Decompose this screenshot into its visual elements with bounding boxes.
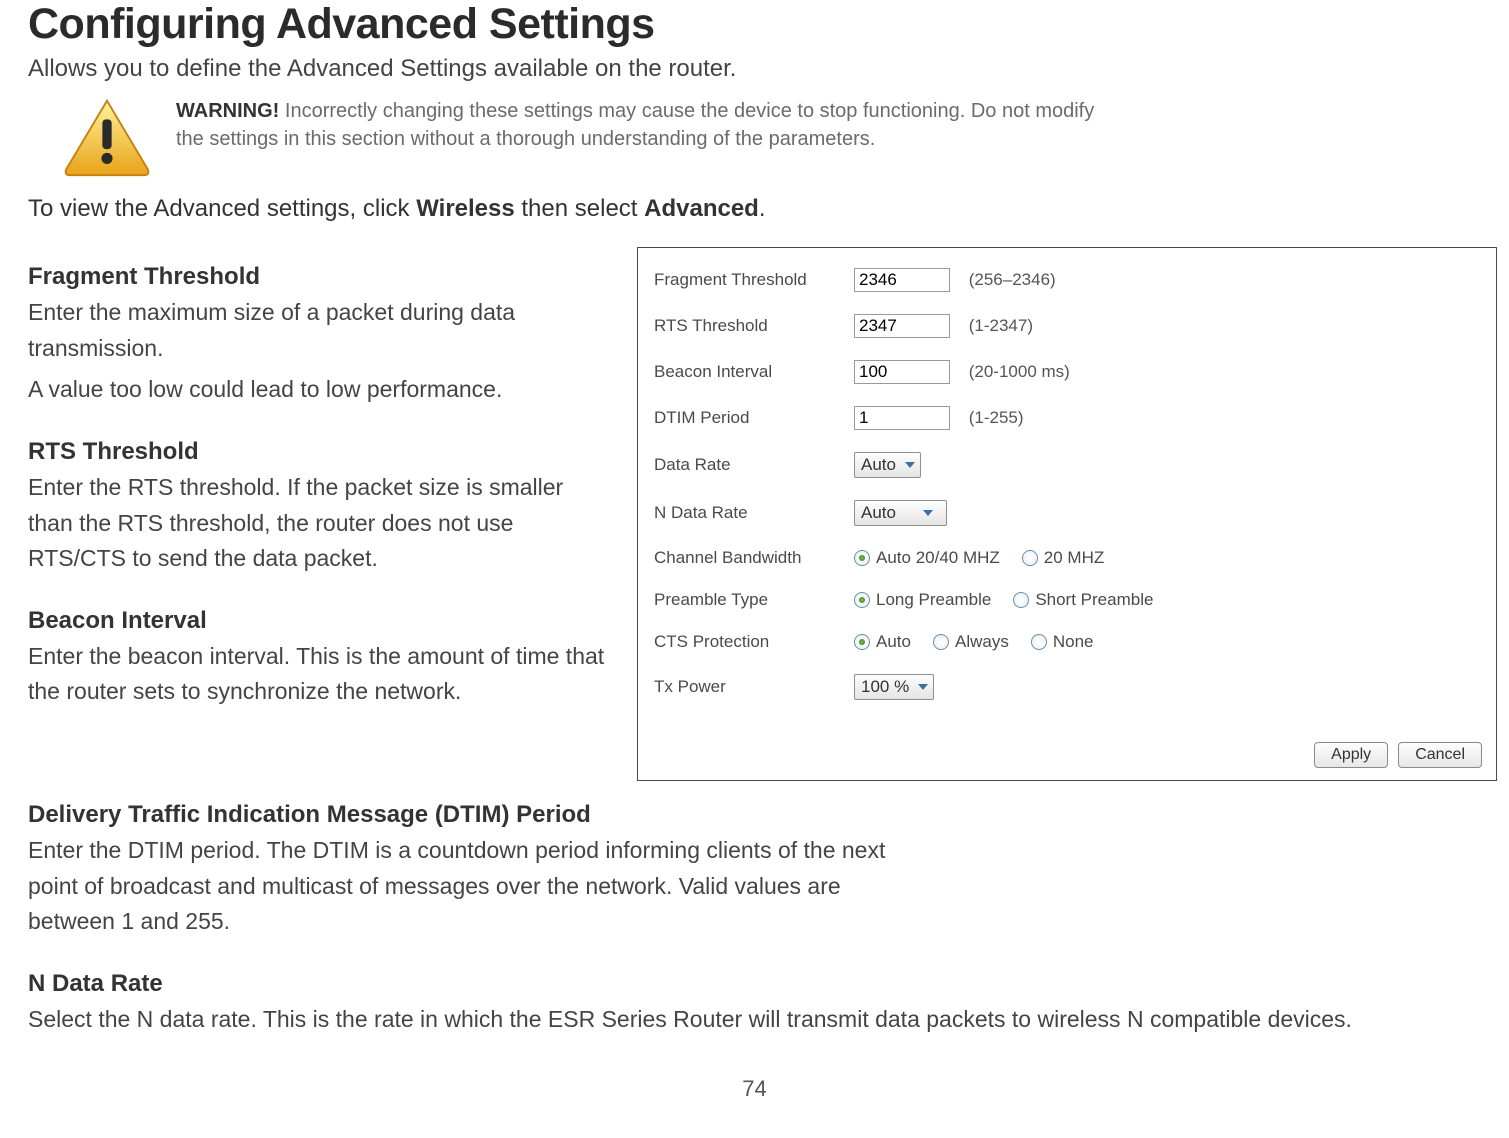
row-preamble: Preamble Type Long Preamble Short Preamb… (652, 582, 1486, 618)
heading-ndata: N Data Rate (28, 970, 1481, 998)
row-cts: CTS Protection Auto Always (652, 624, 1486, 660)
row-chanbw: Channel Bandwidth Auto 20/40 MHZ 20 MHZ (652, 540, 1486, 576)
radio-chanbw-20-label: 20 MHZ (1044, 548, 1104, 568)
hint-dtim: (1-255) (969, 408, 1024, 427)
nav-advanced: Advanced (644, 195, 759, 222)
input-rts[interactable] (854, 314, 950, 338)
nav-instruction: To view the Advanced settings, click Wir… (28, 195, 1481, 223)
select-ndatarate[interactable]: Auto (854, 500, 947, 526)
warning-label: WARNING! (176, 100, 279, 122)
select-ndatarate-value: Auto (861, 503, 920, 523)
page-number: 74 (28, 1076, 1481, 1102)
radio-cts-always-label: Always (955, 632, 1009, 652)
apply-button[interactable]: Apply (1314, 742, 1388, 768)
label-cts: CTS Protection (652, 624, 850, 660)
warning-line1: Incorrectly changing these settings may … (285, 100, 1094, 122)
heading-fragment: Fragment Threshold (28, 263, 613, 291)
input-fragment[interactable] (854, 268, 950, 292)
radio-cts-auto[interactable]: Auto (854, 632, 911, 652)
label-datarate: Data Rate (652, 444, 850, 486)
row-ndatarate: N Data Rate Auto (652, 492, 1486, 534)
row-txpower: Tx Power 100 % (652, 666, 1486, 708)
body-fragment-l2: A value too low could lead to low perfor… (28, 372, 613, 408)
select-txpower-value: 100 % (861, 677, 915, 697)
row-rts: RTS Threshold (1-2347) (652, 306, 1486, 346)
cancel-button[interactable]: Cancel (1398, 742, 1482, 768)
nav-wireless: Wireless (416, 195, 515, 222)
label-txpower: Tx Power (652, 666, 850, 708)
label-chanbw: Channel Bandwidth (652, 540, 850, 576)
radio-cts-auto-label: Auto (876, 632, 911, 652)
select-datarate-value: Auto (861, 455, 902, 475)
label-rts: RTS Threshold (652, 306, 850, 346)
radio-preamble-long-label: Long Preamble (876, 590, 991, 610)
radio-cts-none-label: None (1053, 632, 1094, 652)
chevron-down-icon (915, 679, 931, 695)
warning-block: WARNING! Incorrectly changing these sett… (60, 97, 1481, 177)
heading-rts: RTS Threshold (28, 438, 613, 466)
radio-icon (854, 550, 870, 566)
label-preamble: Preamble Type (652, 582, 850, 618)
warning-line2: the settings in this section without a t… (176, 128, 875, 150)
heading-beacon: Beacon Interval (28, 607, 613, 635)
warning-text: WARNING! Incorrectly changing these sett… (176, 97, 1094, 153)
radio-icon (854, 592, 870, 608)
settings-panel: Fragment Threshold (256–2346) RTS Thresh… (637, 247, 1497, 781)
page-subtitle: Allows you to define the Advanced Settin… (28, 55, 1481, 83)
nav-middle: then select (515, 195, 644, 222)
radio-chanbw-auto[interactable]: Auto 20/40 MHZ (854, 548, 1000, 568)
input-beacon[interactable] (854, 360, 950, 384)
body-rts: Enter the RTS threshold. If the packet s… (28, 470, 613, 577)
row-fragment: Fragment Threshold (256–2346) (652, 260, 1486, 300)
warning-icon (60, 97, 154, 177)
nav-period: . (759, 195, 766, 222)
input-dtim[interactable] (854, 406, 950, 430)
label-ndatarate: N Data Rate (652, 492, 850, 534)
hint-rts: (1-2347) (969, 316, 1033, 335)
label-fragment: Fragment Threshold (652, 260, 850, 300)
body-ndata: Select the N data rate. This is the rate… (28, 1002, 1481, 1038)
radio-preamble-long[interactable]: Long Preamble (854, 590, 991, 610)
chevron-down-icon (902, 457, 918, 473)
hint-beacon: (20-1000 ms) (969, 362, 1070, 381)
row-dtim: DTIM Period (1-255) (652, 398, 1486, 438)
row-beacon: Beacon Interval (20-1000 ms) (652, 352, 1486, 392)
radio-preamble-short[interactable]: Short Preamble (1013, 590, 1153, 610)
radio-cts-none[interactable]: None (1031, 632, 1094, 652)
select-datarate[interactable]: Auto (854, 452, 921, 478)
radio-icon (1022, 550, 1038, 566)
select-txpower[interactable]: 100 % (854, 674, 934, 700)
nav-prefix: To view the Advanced settings, click (28, 195, 416, 222)
hint-fragment: (256–2346) (969, 270, 1056, 289)
page-title: Configuring Advanced Settings (28, 0, 1481, 49)
label-beacon: Beacon Interval (652, 352, 850, 392)
body-beacon: Enter the beacon interval. This is the a… (28, 639, 613, 710)
chevron-down-icon (920, 505, 936, 521)
heading-dtim: Delivery Traffic Indication Message (DTI… (28, 801, 1481, 829)
radio-cts-always[interactable]: Always (933, 632, 1009, 652)
radio-chanbw-auto-label: Auto 20/40 MHZ (876, 548, 1000, 568)
radio-icon (933, 634, 949, 650)
body-dtim: Enter the DTIM period. The DTIM is a cou… (28, 833, 928, 940)
row-datarate: Data Rate Auto (652, 444, 1486, 486)
radio-icon (1031, 634, 1047, 650)
label-dtim: DTIM Period (652, 398, 850, 438)
radio-chanbw-20[interactable]: 20 MHZ (1022, 548, 1104, 568)
radio-icon (1013, 592, 1029, 608)
radio-preamble-short-label: Short Preamble (1035, 590, 1153, 610)
body-fragment-l1: Enter the maximum size of a packet durin… (28, 295, 613, 366)
radio-icon (854, 634, 870, 650)
